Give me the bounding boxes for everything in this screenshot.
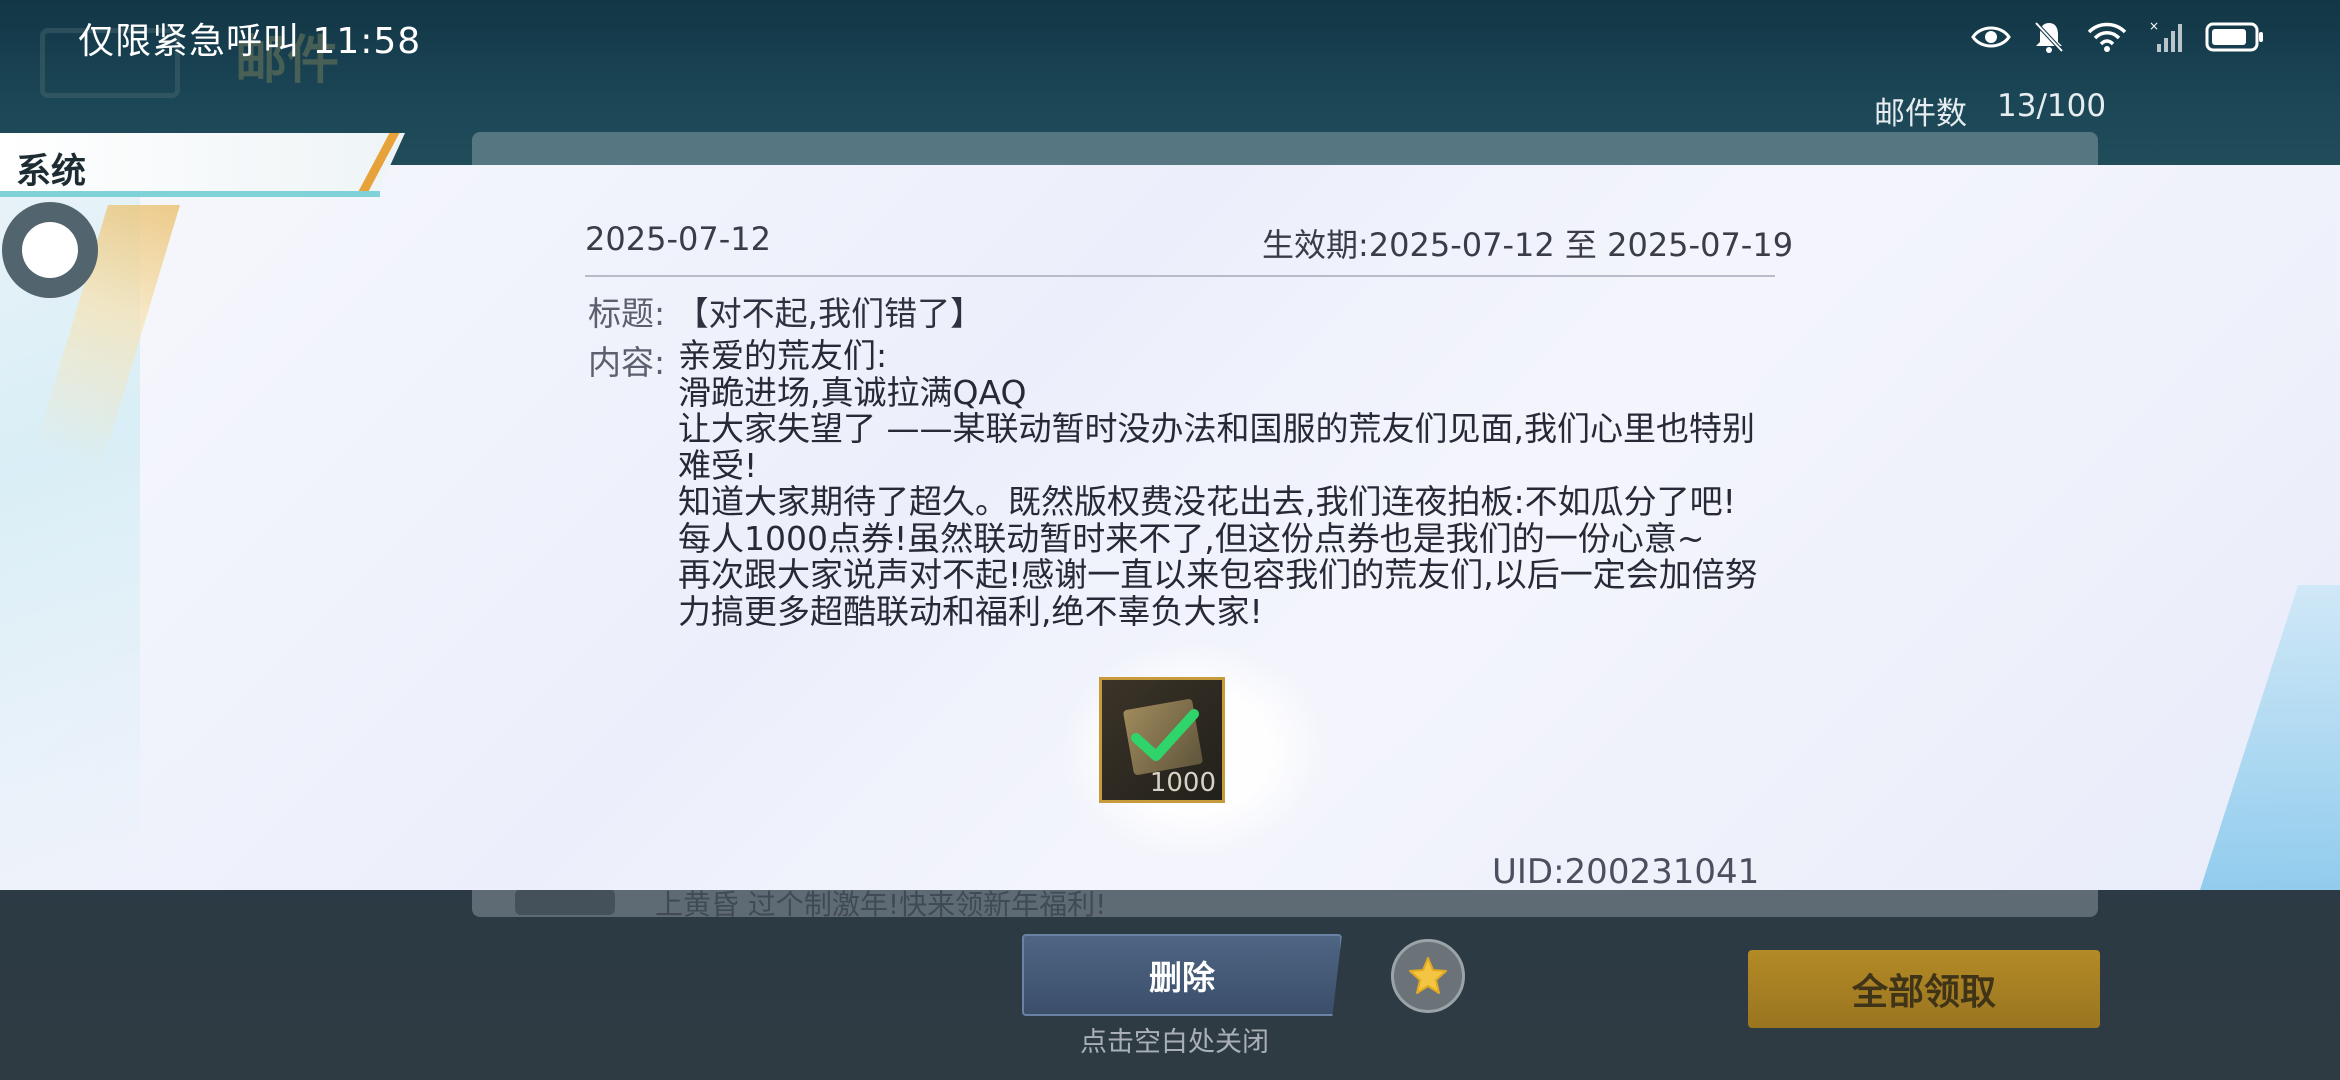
- bell-muted-icon: [2034, 21, 2064, 53]
- content-line: 让大家失望了 ——某联动暂时没办法和国服的荒友们见面,我们心里也特别难受!: [678, 409, 1755, 485]
- tab-system-label: 系统: [16, 152, 87, 192]
- mail-icon: [515, 889, 615, 915]
- mail-content[interactable]: 亲爱的荒友们: 滑跪进场,真诚拉满QAQ 让大家失望了 ——某联动暂时没办法和国…: [678, 338, 1758, 644]
- close-hint: 点击空白处关闭: [1080, 1027, 1269, 1058]
- content-line: 滑跪进场,真诚拉满QAQ: [678, 372, 1027, 412]
- status-bar-text: 仅限紧急呼叫 11:58: [78, 21, 422, 62]
- content-label: 内容:: [588, 343, 666, 382]
- content-line: 再次跟大家说声对不起!感谢一直以来包容我们的荒友们,以后一定会加倍努力搞更多超酷…: [678, 555, 1758, 631]
- favorite-button[interactable]: [1391, 939, 1465, 1013]
- mail-count-value: 13/100: [1997, 88, 2107, 124]
- mail-subject: 标题: 【对不起,我们错了】: [588, 287, 983, 335]
- content-line: 亲爱的荒友们:: [678, 338, 888, 375]
- divider: [585, 275, 1775, 277]
- subject-text: 【对不起,我们错了】: [675, 294, 984, 333]
- mail-count: 邮件数 13/100: [1874, 88, 2106, 133]
- reward-count: 1000: [1149, 768, 1216, 798]
- reward-item[interactable]: 1000: [1099, 677, 1225, 803]
- wifi-icon: [2087, 22, 2127, 52]
- mail-count-label: 邮件数: [1874, 96, 1967, 132]
- status-bar-icons: ×: [1971, 14, 2265, 60]
- subject-label: 标题:: [588, 294, 666, 333]
- toggle-button[interactable]: [2, 202, 98, 298]
- tab-underline: [0, 191, 380, 197]
- delete-button[interactable]: 删除: [1022, 934, 1342, 1016]
- star-icon: [1409, 957, 1447, 994]
- svg-text:×: ×: [2149, 20, 2159, 33]
- mail-date: 2025-07-12: [585, 220, 771, 258]
- eye-icon: [1971, 26, 2011, 48]
- battery-icon: [2205, 22, 2263, 52]
- signal-icon: ×: [2149, 20, 2182, 52]
- uid-text: UID:200231041: [1492, 852, 1760, 892]
- check-icon: [1131, 709, 1199, 761]
- toggle-knob: [22, 222, 78, 278]
- content-line: 知道大家期待了超久。既然版权费没花出去,我们连夜拍板:不如瓜分了吧!每人1000…: [678, 482, 1736, 558]
- decorative-stripe: [2200, 585, 2340, 890]
- tab-system[interactable]: 系统: [0, 133, 405, 195]
- claim-all-button[interactable]: 全部领取: [1748, 950, 2100, 1028]
- mail-validity: 生效期:2025-07-12 至 2025-07-19: [1262, 226, 1794, 264]
